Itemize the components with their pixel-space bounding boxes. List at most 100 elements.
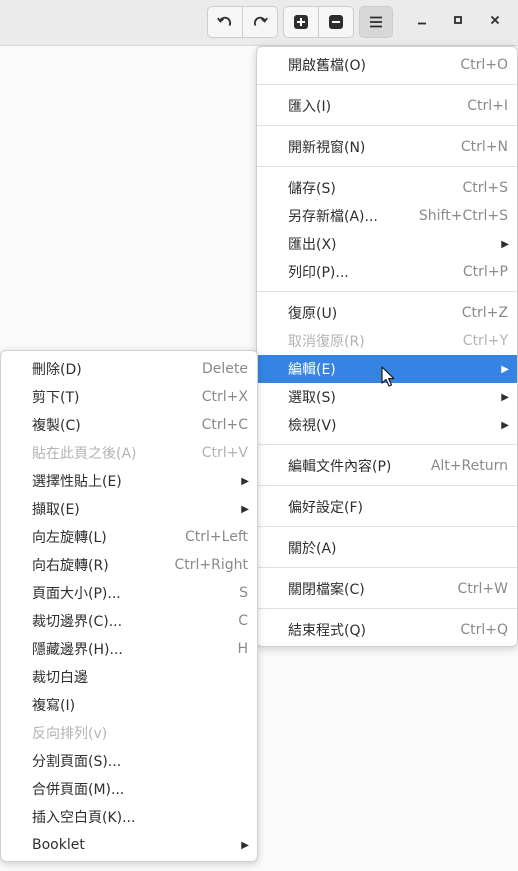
menu-item-shortcut: Ctrl+Left [185,529,248,545]
menu-item-label: 檢視(V) [288,418,337,434]
menu-item-label: 結束程式(Q) [288,623,366,639]
menu-separator [257,444,517,445]
menu-item-label: 反向排列(v) [32,726,108,742]
submenu-arrow-icon: ▶ [241,475,249,487]
menu-item-print[interactable]: 列印(P)... Ctrl+P [257,258,517,286]
edit-item-split-pages[interactable]: 分割頁面(S)... [1,747,257,775]
menu-item-shortcut: Shift+Ctrl+S [418,208,508,224]
menu-separator [257,166,517,167]
menu-item-new-window[interactable]: 開新視窗(N) Ctrl+N [257,133,517,161]
edit-item-delete[interactable]: 刪除(D) Delete [1,355,257,383]
menu-separator [257,567,517,568]
hamburger-icon [368,14,384,30]
submenu-arrow-icon: ▶ [501,419,509,431]
menu-item-label: 選擇性貼上(E) [32,474,122,490]
menu-item-label: 匯出(X) [288,237,337,253]
menu-item-redo: 取消復原(R) Ctrl+Y [257,327,517,355]
menu-item-shortcut: H [237,641,248,657]
menu-item-label: 選取(S) [288,390,336,406]
menu-item-label: 隱藏邊界(H)... [32,642,123,658]
edit-item-rotate-left[interactable]: 向左旋轉(L) Ctrl+Left [1,523,257,551]
zoom-out-button[interactable] [318,6,354,38]
menu-item-label: 列印(P)... [288,265,349,281]
edit-item-paste-special[interactable]: 選擇性貼上(E) ▶ [1,467,257,495]
menu-item-quit[interactable]: 結束程式(Q) Ctrl+Q [257,616,517,644]
edit-item-crop-margins[interactable]: 裁切邊界(C)... C [1,607,257,635]
menu-item-shortcut: Ctrl+S [462,180,508,196]
menu-item-label: 複寫(I) [32,698,76,714]
close-button[interactable] [480,7,510,37]
edit-item-paste-after: 貼在此頁之後(A) Ctrl+V [1,439,257,467]
edit-item-page-size[interactable]: 頁面大小(P)... S [1,579,257,607]
menu-separator [257,125,517,126]
menu-item-open[interactable]: 開啟舊檔(O) Ctrl+O [257,51,517,79]
menu-item-label: 向右旋轉(R) [32,558,109,574]
menu-separator [257,485,517,486]
rotate-left-icon [216,13,234,31]
menu-item-label: 匯入(I) [288,99,332,115]
menu-item-label: 偏好設定(F) [288,500,363,516]
main-menu-button[interactable] [359,6,393,38]
minus-icon [328,14,344,30]
menu-item-shortcut: Delete [202,361,248,377]
close-icon [489,14,501,30]
menu-item-shortcut: Ctrl+I [467,98,508,114]
menu-item-view[interactable]: 檢視(V) ▶ [257,411,517,439]
menu-separator [257,526,517,527]
edit-item-booklet[interactable]: Booklet ▶ [1,831,257,859]
menu-separator [257,84,517,85]
menu-item-shortcut: Ctrl+Q [460,622,508,638]
edit-item-insert-blank-page[interactable]: 插入空白頁(K)... [1,803,257,831]
menu-item-shortcut: Ctrl+V [201,445,248,461]
menu-item-label: 裁切邊界(C)... [32,614,123,630]
maximize-icon [452,14,464,30]
menu-item-label: 開啟舊檔(O) [288,58,366,74]
menu-item-shortcut: Ctrl+Right [174,557,248,573]
menu-item-label: 關於(A) [288,541,337,557]
menu-item-undo[interactable]: 復原(U) Ctrl+Z [257,299,517,327]
menu-item-shortcut: Ctrl+Y [462,333,508,349]
header-bar [0,0,518,46]
menu-item-shortcut: Ctrl+P [462,264,508,280]
menu-item-shortcut: Ctrl+Z [461,305,508,321]
menu-separator [257,291,517,292]
maximize-button[interactable] [443,7,473,37]
menu-item-properties[interactable]: 編輯文件內容(P) Alt+Return [257,452,517,480]
menu-item-preferences[interactable]: 偏好設定(F) [257,493,517,521]
menu-item-shortcut: Ctrl+O [460,57,508,73]
undo-button[interactable] [207,6,243,38]
menu-item-label: Booklet [32,837,85,853]
minimize-icon [416,14,428,30]
edit-item-crop-whitespace[interactable]: 裁切白邊 [1,663,257,691]
edit-item-merge-pages[interactable]: 合併頁面(M)... [1,775,257,803]
menu-item-label: 插入空白頁(K)... [32,810,136,826]
edit-item-extract[interactable]: 擷取(E) ▶ [1,495,257,523]
minimize-button[interactable] [407,7,437,37]
menu-item-save[interactable]: 儲存(S) Ctrl+S [257,174,517,202]
edit-item-duplicate[interactable]: 複寫(I) [1,691,257,719]
mouse-pointer-icon [381,366,395,392]
redo-button[interactable] [242,6,278,38]
menu-separator [257,608,517,609]
menu-item-close-file[interactable]: 關閉檔案(C) Ctrl+W [257,575,517,603]
menu-item-label: 向左旋轉(L) [32,530,107,546]
menu-item-label: 編輯(E) [288,362,336,378]
menu-item-shortcut: Alt+Return [430,458,508,474]
edit-item-cut[interactable]: 剪下(T) Ctrl+X [1,383,257,411]
menu-item-save-as[interactable]: 另存新檔(A)... Shift+Ctrl+S [257,202,517,230]
menu-item-label: 開新視窗(N) [288,140,366,156]
edit-item-rotate-right[interactable]: 向右旋轉(R) Ctrl+Right [1,551,257,579]
edit-item-copy[interactable]: 複製(C) Ctrl+C [1,411,257,439]
edit-item-reverse-order: 反向排列(v) [1,719,257,747]
menu-item-import[interactable]: 匯入(I) Ctrl+I [257,92,517,120]
menu-item-shortcut: Ctrl+X [201,389,248,405]
zoom-in-button[interactable] [283,6,319,38]
edit-item-hide-margins[interactable]: 隱藏邊界(H)... H [1,635,257,663]
menu-item-label: 裁切白邊 [32,670,88,686]
menu-item-label: 複製(C) [32,418,81,434]
menu-item-label: 編輯文件內容(P) [288,459,392,475]
menu-item-about[interactable]: 關於(A) [257,534,517,562]
menu-item-label: 分割頁面(S)... [32,754,122,770]
menu-item-label: 取消復原(R) [288,334,365,350]
menu-item-export[interactable]: 匯出(X) ▶ [257,230,517,258]
